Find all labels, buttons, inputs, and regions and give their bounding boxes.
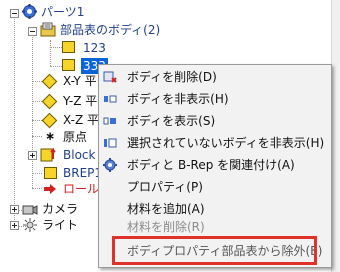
menu-item-hide-body[interactable]: ボディを非表示(H): [99, 88, 331, 110]
plane-icon: [41, 112, 58, 129]
camera-icon: [22, 205, 38, 215]
body-icon: [62, 59, 75, 71]
menu-item-label: ボディを非表示(H): [127, 92, 229, 106]
menu-item-delete-body[interactable]: ボディを削除(D): [99, 66, 331, 88]
tree-line: [32, 188, 42, 189]
expand-toggle[interactable]: [10, 221, 19, 230]
menu-item-properties[interactable]: プロパティ(P): [99, 176, 331, 198]
block-icon: [40, 147, 56, 162]
tree-line: [32, 34, 33, 188]
menu-item-label: プロパティ(P): [127, 180, 203, 194]
tree-item-light[interactable]: ライト: [42, 217, 78, 233]
menu-item-label: 材料を削除(R): [127, 220, 205, 234]
brep-icon: [44, 167, 57, 179]
menu-item-hide-unselected[interactable]: 選択されていないボディを非表示(H): [99, 132, 331, 154]
body-folder-icon: [40, 22, 56, 37]
tree-line: [50, 66, 62, 67]
gear-icon: [22, 4, 37, 19]
tree-item-body[interactable]: 123: [83, 40, 106, 56]
tree-item-block[interactable]: Block: [63, 147, 95, 163]
tree-line: [32, 173, 42, 174]
tree-line: [32, 136, 42, 137]
tree-line: [50, 40, 51, 66]
show-body-icon: [103, 117, 116, 125]
tree-item-origin[interactable]: 原点: [63, 129, 87, 145]
highlight-box: [112, 236, 317, 265]
menu-item-associate-brep[interactable]: ボディと B-Rep を関連付け(A): [99, 154, 331, 176]
menu-item-remove-material: 材料を削除(R): [99, 216, 331, 238]
collapse-toggle[interactable]: [28, 27, 37, 36]
collapse-toggle[interactable]: [10, 9, 19, 18]
tree-item-plane-xz[interactable]: X-Z 平: [63, 112, 99, 128]
tree-line: [14, 14, 15, 226]
tree-item-plane-xy[interactable]: X-Y 平: [63, 73, 97, 89]
light-icon: [23, 218, 37, 232]
gear-icon: [103, 158, 117, 172]
menu-item-label: ボディを表示(S): [127, 114, 216, 128]
menu-item-show-body[interactable]: ボディを表示(S): [99, 110, 331, 132]
tree-item-parts[interactable]: パーツ1: [41, 4, 84, 20]
body-icon: [62, 41, 75, 53]
menu-item-label: ボディと B-Rep を関連付け(A): [127, 158, 295, 172]
menu-item-label: 材料を追加(A): [127, 202, 205, 216]
delete-body-icon: [103, 71, 117, 83]
hide-unselected-icon: [104, 138, 117, 148]
tree-item-plane-yz[interactable]: Y-Z 平: [63, 93, 97, 109]
hide-body-icon: [104, 95, 117, 103]
arrow-right-icon: [44, 184, 56, 194]
tree-line: [50, 47, 62, 48]
asterisk-icon: ∗: [45, 129, 56, 143]
tree-item-camera[interactable]: カメラ: [42, 201, 78, 217]
tree-item-bom-bodies[interactable]: 部品表のボディ(2): [60, 22, 160, 38]
plane-icon: [41, 93, 58, 110]
menu-item-label: ボディを削除(D): [127, 70, 217, 84]
tree-item-brep[interactable]: BREP1: [63, 165, 102, 181]
menu-item-label: 選択されていないボディを非表示(H): [127, 136, 325, 150]
plane-icon: [41, 73, 58, 90]
expand-toggle[interactable]: [28, 151, 37, 160]
vertical-scrollbar[interactable]: [331, 0, 340, 272]
expand-toggle[interactable]: [10, 205, 19, 214]
